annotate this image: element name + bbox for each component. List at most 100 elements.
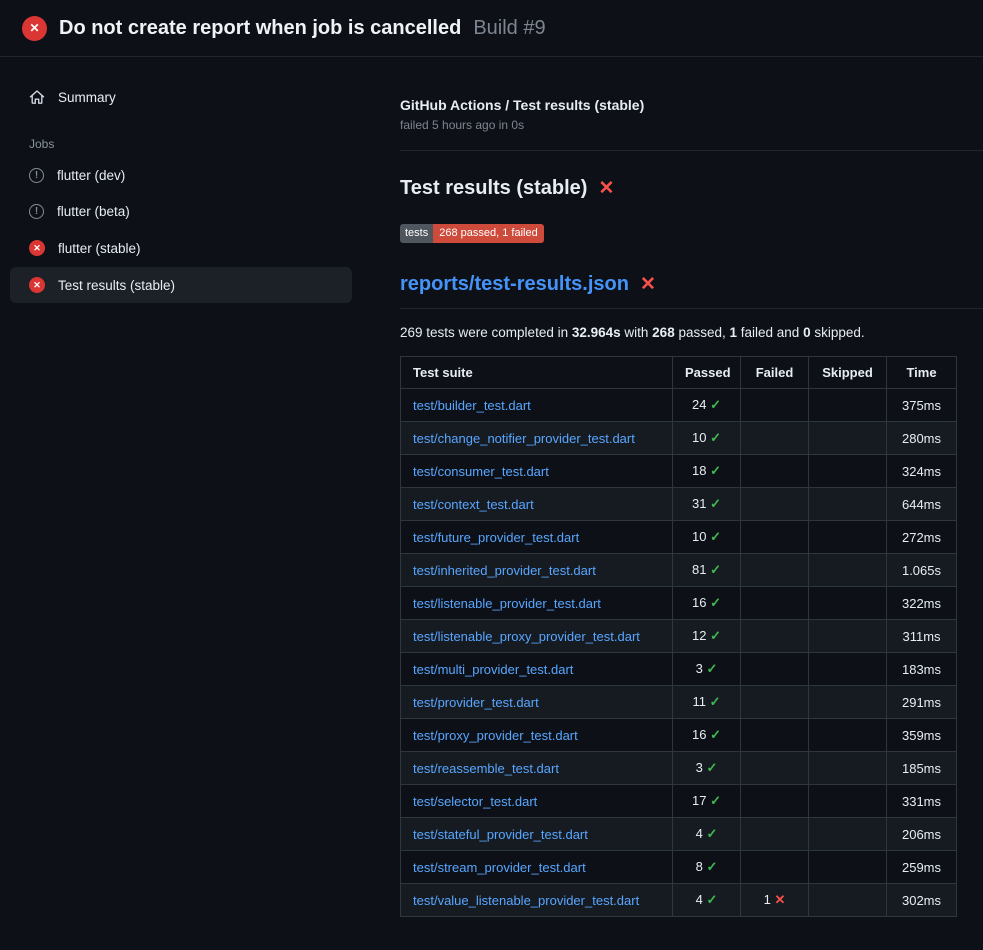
passed-cell: 31 ✓	[673, 488, 741, 521]
summary-label: Summary	[58, 90, 116, 105]
section-title-text: Test results (stable)	[400, 177, 587, 200]
cancelled-icon: !	[29, 204, 44, 219]
time-cell: 322ms	[887, 587, 957, 620]
failed-cell	[741, 455, 809, 488]
test-suite-link[interactable]: test/listenable_proxy_provider_test.dart	[413, 629, 640, 644]
test-suite-link[interactable]: test/inherited_provider_test.dart	[413, 563, 596, 578]
count-value: 4	[696, 892, 703, 907]
section-title: Test results (stable) ✕	[400, 177, 983, 200]
table-row: test/change_notifier_provider_test.dart1…	[401, 422, 957, 455]
failed-cell	[741, 554, 809, 587]
column-header: Test suite	[401, 357, 673, 389]
jobs-list: ! flutter (dev) !flutter (beta)✕flutter (s…	[0, 158, 380, 303]
sidebar-item-flutter-beta[interactable]: !flutter (beta)	[10, 194, 352, 229]
count-value: 3	[696, 661, 703, 676]
test-suite-link[interactable]: test/proxy_provider_test.dart	[413, 728, 578, 743]
sidebar-item-flutter-dev[interactable]: ! flutter (dev)	[10, 158, 352, 193]
test-suite-link[interactable]: test/builder_test.dart	[413, 398, 531, 413]
test-suite-link[interactable]: test/context_test.dart	[413, 497, 534, 512]
check-icon: ✓	[710, 562, 721, 577]
failed-cell	[741, 620, 809, 653]
suite-cell: test/value_listenable_provider_test.dart	[401, 884, 673, 917]
table-row: test/future_provider_test.dart10 ✓272ms	[401, 521, 957, 554]
test-suite-link[interactable]: test/value_listenable_provider_test.dart	[413, 893, 639, 908]
time-cell: 359ms	[887, 719, 957, 752]
test-suite-link[interactable]: test/stateful_provider_test.dart	[413, 827, 588, 842]
sidebar-item-test-results-stable[interactable]: ✕Test results (stable)	[10, 267, 352, 303]
passed-cell: 3 ✓	[673, 653, 741, 686]
column-header: Passed	[673, 357, 741, 389]
table-row: test/proxy_provider_test.dart 16 ✓ 359ms	[401, 719, 957, 752]
failed-cell	[741, 521, 809, 554]
table-row: test/context_test.dart 31 ✓ 644ms	[401, 488, 957, 521]
failed-cell	[741, 488, 809, 521]
passed-cell: 24 ✓	[673, 389, 741, 422]
skipped-cell	[809, 620, 887, 653]
skipped-cell	[809, 422, 887, 455]
test-suite-link[interactable]: test/consumer_test.dart	[413, 464, 549, 479]
table-row: test/provider_test.dart11 ✓291ms	[401, 686, 957, 719]
count-value: 11	[692, 694, 706, 709]
count-value: 10	[692, 529, 706, 544]
suite-cell: test/change_notifier_provider_test.dart	[401, 422, 673, 455]
content-area: Summary Jobs ! flutter (dev) !flutter (bet…	[0, 57, 983, 917]
cancelled-icon: !	[29, 168, 44, 183]
test-suite-link[interactable]: test/provider_test.dart	[413, 695, 539, 710]
sidebar-item-flutter-stable[interactable]: ✕flutter (stable)	[10, 230, 352, 266]
skipped-cell	[809, 587, 887, 620]
summary-text: 0	[803, 325, 811, 340]
summary-text: 1	[730, 325, 738, 340]
suite-cell: test/builder_test.dart	[401, 389, 673, 422]
check-icon: ✓	[710, 496, 721, 511]
jobs-heading: Jobs	[0, 115, 380, 157]
passed-cell: 16 ✓	[673, 719, 741, 752]
job-label: flutter (dev)	[57, 168, 125, 183]
count-value: 16	[692, 727, 706, 742]
count-value: 8	[696, 859, 703, 874]
column-header: Failed	[741, 357, 809, 389]
test-suite-link[interactable]: test/future_provider_test.dart	[413, 530, 579, 545]
failed-cell	[741, 653, 809, 686]
time-cell: 291ms	[887, 686, 957, 719]
check-icon: ✓	[710, 529, 721, 544]
suite-cell: test/inherited_provider_test.dart	[401, 554, 673, 587]
divider	[400, 150, 983, 151]
status-line: failed 5 hours ago in 0s	[400, 118, 983, 132]
skipped-cell	[809, 653, 887, 686]
time-cell: 644ms	[887, 488, 957, 521]
failed-cell	[741, 785, 809, 818]
suite-cell: test/consumer_test.dart	[401, 455, 673, 488]
test-suite-link[interactable]: test/multi_provider_test.dart	[413, 662, 573, 677]
check-icon: ✓	[706, 892, 717, 907]
test-suite-link[interactable]: test/selector_test.dart	[413, 794, 537, 809]
time-cell: 280ms	[887, 422, 957, 455]
build-number: Build #9	[473, 17, 545, 40]
check-icon: ✓	[706, 859, 717, 874]
suite-cell: test/listenable_provider_test.dart	[401, 587, 673, 620]
table-row: test/multi_provider_test.dart3 ✓183ms	[401, 653, 957, 686]
report-link[interactable]: reports/test-results.json	[400, 273, 629, 296]
test-suite-link[interactable]: test/stream_provider_test.dart	[413, 860, 586, 875]
sidebar-item-summary[interactable]: Summary	[10, 79, 352, 115]
count-value: 3	[696, 760, 703, 775]
check-run-page: ✕ Do not create report when job is cance…	[0, 0, 983, 950]
suite-cell: test/provider_test.dart	[401, 686, 673, 719]
passed-cell: 3 ✓	[673, 752, 741, 785]
time-cell: 1.065s	[887, 554, 957, 587]
badge-value: 268 passed, 1 failed	[433, 224, 543, 243]
passed-cell: 8 ✓	[673, 851, 741, 884]
table-row: test/value_listenable_provider_test.dart…	[401, 884, 957, 917]
main-content: GitHub Actions / Test results (stable) f…	[380, 57, 983, 917]
page-header: ✕ Do not create report when job is cance…	[0, 0, 983, 57]
results-table: Test suitePassedFailedSkippedTime test/b…	[400, 356, 957, 917]
passed-cell: 4 ✓	[673, 818, 741, 851]
test-suite-link[interactable]: test/change_notifier_provider_test.dart	[413, 431, 635, 446]
page-title: Do not create report when job is cancell…	[59, 17, 461, 40]
skipped-cell	[809, 389, 887, 422]
test-suite-link[interactable]: test/reassemble_test.dart	[413, 761, 559, 776]
test-suite-link[interactable]: test/listenable_provider_test.dart	[413, 596, 601, 611]
failed-cross-icon: ✕	[598, 179, 614, 198]
failed-cell: 1 ✕	[741, 884, 809, 917]
table-header-row: Test suitePassedFailedSkippedTime	[401, 357, 957, 389]
suite-cell: test/stream_provider_test.dart	[401, 851, 673, 884]
